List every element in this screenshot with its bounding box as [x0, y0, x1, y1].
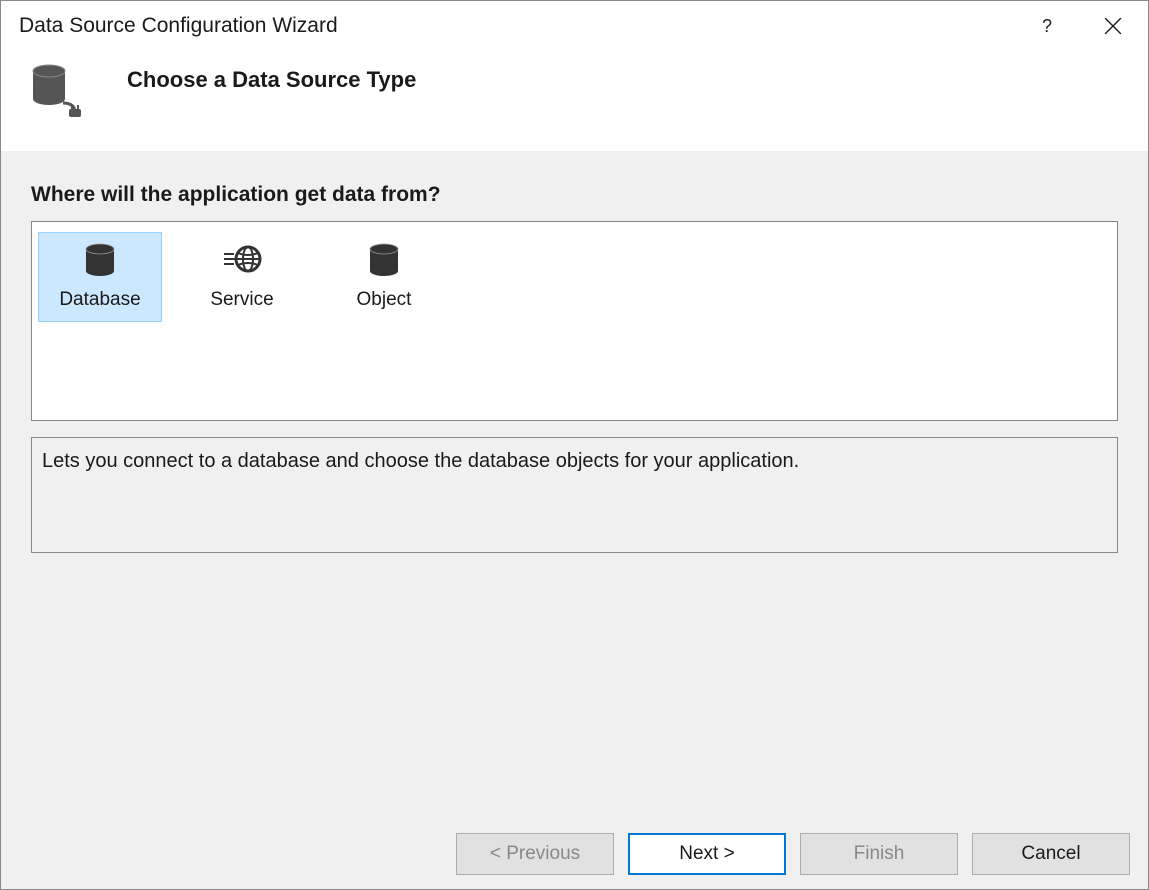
close-button[interactable]: [1096, 13, 1130, 39]
previous-button[interactable]: < Previous: [456, 833, 614, 875]
service-icon: [222, 241, 262, 281]
next-button[interactable]: Next >: [628, 833, 786, 875]
help-button[interactable]: ?: [1034, 12, 1060, 41]
close-icon: [1104, 17, 1122, 35]
description-text: Lets you connect to a database and choos…: [42, 450, 1107, 473]
wizard-page-title: Choose a Data Source Type: [127, 61, 416, 93]
finish-button[interactable]: Finish: [800, 833, 958, 875]
wizard-header-icon: [25, 61, 89, 125]
object-icon: [364, 241, 404, 281]
option-object[interactable]: Object: [322, 232, 446, 322]
database-plug-icon: [25, 61, 89, 125]
wizard-button-bar: < Previous Next > Finish Cancel: [1, 819, 1148, 889]
cancel-button[interactable]: Cancel: [972, 833, 1130, 875]
option-label: Database: [59, 289, 140, 311]
database-icon: [80, 241, 120, 281]
wizard-header: Choose a Data Source Type: [1, 51, 1148, 151]
option-service[interactable]: Service: [180, 232, 304, 322]
option-label: Object: [357, 289, 412, 311]
description-box: Lets you connect to a database and choos…: [31, 437, 1118, 553]
question-label: Where will the application get data from…: [31, 183, 1118, 207]
window-title: Data Source Configuration Wizard: [19, 14, 1034, 38]
titlebar-controls: ?: [1034, 12, 1130, 41]
titlebar: Data Source Configuration Wizard ?: [1, 1, 1148, 51]
data-source-options: Database Service: [31, 221, 1118, 421]
option-label: Service: [210, 289, 273, 311]
option-database[interactable]: Database: [38, 232, 162, 322]
content-area: Where will the application get data from…: [1, 151, 1148, 819]
